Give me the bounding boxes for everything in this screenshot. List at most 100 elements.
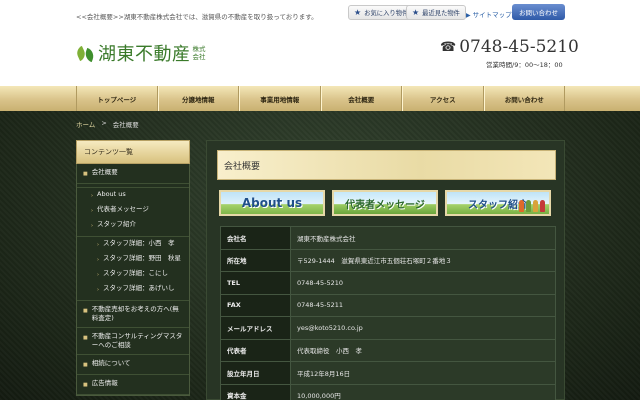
staff-figures-icon — [519, 200, 545, 212]
message-banner[interactable]: 代表者メッセージ — [332, 190, 438, 216]
sidebar-item-label: About us — [97, 190, 126, 198]
sidebar-item-company[interactable]: ■ 会社概要 — [77, 164, 189, 184]
bullet-icon: › — [97, 287, 99, 293]
nav-access[interactable]: アクセス — [402, 86, 484, 111]
about-us-banner[interactable]: About us — [219, 190, 325, 216]
bullet-icon: ■ — [83, 335, 88, 341]
logo-suffix: 株式 会社 — [193, 45, 206, 61]
sidebar: コンテンツ一覧 ■ 会社概要 › About us › 代表者メッセージ › スタッフ紹… — [76, 140, 190, 400]
sidebar-item-label: スタッフ詳細：あげいし — [103, 284, 175, 292]
sidebar-item-label: 不動産コンサルティングマスターへのご相談 — [91, 332, 183, 349]
row-label: 資本金 — [220, 383, 291, 400]
nav-company[interactable]: 会社概要 — [320, 86, 402, 111]
row-label: 所在地 — [220, 248, 291, 272]
bullet-icon: ■ — [83, 382, 88, 388]
bullet-icon: › — [97, 257, 99, 263]
favorites-label: お気に入り物件 — [364, 10, 409, 17]
logo-suffix-2: 会社 — [192, 53, 206, 61]
sidebar-item-ads[interactable]: ■ 広告情報 — [77, 375, 189, 395]
sidebar-heading: コンテンツ一覧 — [76, 140, 190, 164]
staff-banner[interactable]: スタッフ紹介 — [445, 190, 551, 216]
logo-suffix-1: 株式 — [192, 45, 206, 53]
bullet-icon: › — [91, 223, 93, 229]
row-label: 設立年月日 — [220, 361, 291, 385]
row-value: 代表取締役 小西 孝 — [290, 338, 556, 362]
nav-contact[interactable]: お問い合わせ — [483, 86, 565, 111]
page-title: 会社概要 — [217, 150, 556, 180]
sidebar-item-staff-1[interactable]: › スタッフ詳細：小西 孝 — [77, 237, 189, 252]
logo[interactable]: 湖東不動産 株式 会社 — [74, 40, 206, 66]
table-row: 設立年月日 平成12年8月16日 — [220, 361, 556, 385]
phone-text: 0748-45-5210 — [459, 37, 579, 57]
row-value: 湖東不動産株式会社 — [290, 226, 556, 250]
table-row: 会社名 湖東不動産株式会社 — [220, 226, 556, 250]
sidebar-item-label: スタッフ紹介 — [97, 220, 136, 228]
table-row: 資本金 10,000,000円 — [220, 383, 556, 400]
sidebar-item-sell[interactable]: ■ 不動産売却をお考えの方へ(無料査定) — [77, 301, 189, 328]
sitemap-link[interactable]: ▶ サイトマップ — [466, 9, 512, 19]
sidebar-item-message[interactable]: › 代表者メッセージ — [77, 203, 189, 218]
phone-icon: ☎ — [440, 39, 457, 55]
company-info-table: 会社名 湖東不動産株式会社 所在地 〒529-1444 滋賀県東近江市五個荘石塚町２… — [220, 226, 556, 400]
header-contact-button[interactable]: お問い合わせ — [512, 4, 565, 20]
recent-button[interactable]: ★ 最近見た物件 — [406, 5, 466, 20]
table-row: 所在地 〒529-1444 滋賀県東近江市五個荘石塚町２番地３ — [220, 248, 556, 272]
sidebar-item-label: 不動産売却をお考えの方へ(無料査定) — [91, 305, 179, 322]
row-label: 会社名 — [220, 226, 291, 250]
arrow-right-icon: ▶ — [466, 12, 471, 19]
sidebar-item-label: 相続について — [91, 359, 131, 367]
logo-text: 湖東不動産 — [98, 44, 191, 65]
recent-label: 最近見た物件 — [422, 10, 460, 17]
business-hours: 営業時間/9：00〜18：00 — [486, 61, 563, 69]
row-label: FAX — [220, 293, 291, 317]
row-label: メールアドレス — [220, 316, 291, 340]
nav-lots[interactable]: 分譲地情報 — [157, 86, 239, 111]
bullet-icon: › — [97, 242, 99, 248]
bullet-icon: ■ — [83, 308, 88, 314]
table-row: メールアドレス yes@koto5210.co.jp — [220, 316, 556, 340]
main-content: 会社概要 About us 代表者メッセージ スタッフ紹介 会社名 湖東不動産株式… — [206, 140, 565, 400]
header-tagline: <<会社概要>>湖東不動産株式会社では、滋賀県の不動産を取り扱っております。 — [76, 13, 318, 21]
sidebar-item-staff-3[interactable]: › スタッフ詳細：こにし — [77, 267, 189, 282]
breadcrumb: ホーム > 会社概要 — [76, 119, 139, 129]
sidebar-item-label: スタッフ詳細：野田 秋星 — [103, 254, 181, 262]
breadcrumb-separator: > — [101, 119, 107, 127]
bullet-icon: › — [91, 208, 93, 214]
sidebar-item-label: スタッフ詳細：こにし — [103, 269, 168, 277]
bullet-icon: ■ — [83, 171, 88, 177]
sitemap-label: サイトマップ — [472, 11, 512, 19]
message-banner-label: 代表者メッセージ — [345, 199, 425, 211]
row-value: 0748-45-5210 — [290, 271, 556, 295]
breadcrumb-home[interactable]: ホーム — [76, 119, 95, 129]
nav-business-land[interactable]: 事業用地情報 — [239, 86, 321, 111]
sidebar-item-label: 会社概要 — [91, 168, 118, 176]
bullet-icon: › — [97, 272, 99, 278]
row-value: 平成12年8月16日 — [290, 361, 556, 385]
leaf-logo-icon — [74, 43, 96, 63]
row-label: TEL — [220, 271, 291, 295]
favorites-button[interactable]: ★ お気に入り物件 — [348, 5, 415, 20]
sidebar-item-inherit[interactable]: ■ 相続について — [77, 355, 189, 375]
sidebar-item-label: 代表者メッセージ — [97, 205, 149, 213]
sidebar-item-label: 広告情報 — [91, 379, 118, 387]
sidebar-item-about[interactable]: › About us — [77, 188, 189, 203]
table-row: FAX 0748-45-5211 — [220, 293, 556, 317]
row-value: 10,000,000円 — [290, 383, 556, 400]
about-us-banner-label: About us — [241, 196, 303, 210]
sidebar-item-consult[interactable]: ■ 不動産コンサルティングマスターへのご相談 — [77, 328, 189, 355]
table-row: TEL 0748-45-5210 — [220, 271, 556, 295]
email-link[interactable]: yes@koto5210.co.jp — [290, 316, 556, 340]
star-icon: ★ — [412, 8, 420, 17]
breadcrumb-current: 会社概要 — [112, 121, 139, 129]
nav-top[interactable]: トップページ — [76, 86, 158, 111]
star-icon: ★ — [354, 8, 362, 17]
sidebar-item-staff-2[interactable]: › スタッフ詳細：野田 秋星 — [77, 252, 189, 267]
row-label: 代表者 — [220, 338, 291, 362]
bullet-icon: › — [91, 193, 93, 199]
sidebar-item-staff[interactable]: › スタッフ紹介 — [77, 218, 189, 233]
table-row: 代表者 代表取締役 小西 孝 — [220, 338, 556, 362]
main-nav: トップページ 分譲地情報 事業用地情報 会社概要 アクセス お問い合わせ — [0, 86, 640, 111]
sidebar-list: ■ 会社概要 › About us › 代表者メッセージ › スタッフ紹介 › スタッフ詳… — [76, 164, 190, 396]
phone-number: ☎ 0748-45-5210 — [440, 37, 579, 57]
sidebar-item-staff-4[interactable]: › スタッフ詳細：あげいし — [77, 282, 189, 297]
